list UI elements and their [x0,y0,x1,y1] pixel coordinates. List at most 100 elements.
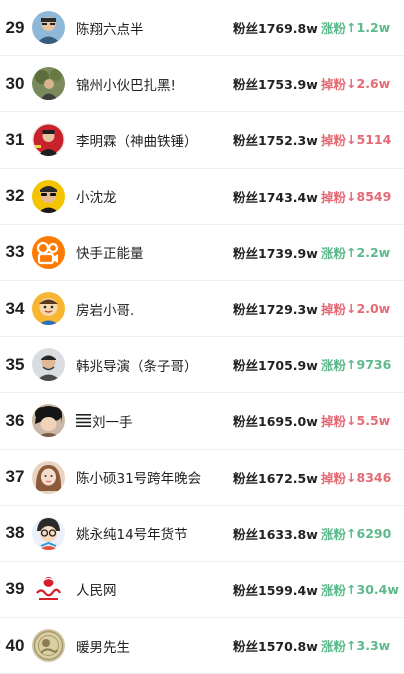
fan-change: 涨粉 ↑ 9736 [321,337,391,392]
avatar-dark-hair-icon[interactable] [32,404,65,438]
change-label: 涨粉 [321,21,347,37]
arrow-down-icon: ↓ [346,413,357,429]
change-label: 掉粉 [321,414,347,430]
change-label: 涨粉 [321,582,347,598]
fan-change: 涨粉 ↑ 30.4w [321,562,399,617]
fan-change: 涨粉 ↑ 3.3w [321,618,390,673]
list-item[interactable]: 33 快手正能量 粉丝1739.9w 涨粉 ↑ 2.2w [0,225,404,281]
user-name[interactable]: 锦州小伙巴扎黑! [76,56,176,111]
fan-change: 掉粉 ↓ 5114 [321,112,391,167]
rank-number: 37 [5,467,25,487]
change-value: 2.6w [356,76,391,92]
user-name[interactable]: 李明霖（神曲铁锤） [76,112,198,167]
arrow-down-icon: ↓ [346,301,357,317]
user-name[interactable]: 陈翔六点半 [76,0,144,55]
kuaishou-logo-icon[interactable] [32,235,65,269]
rank-number: 32 [5,186,25,206]
user-name[interactable]: 姚永纯14号年货节 [76,506,188,561]
list-item[interactable]: 38 姚永纯14号年货节 粉丝1633.8w 涨粉 ↑ 6290 [0,506,404,562]
change-value: 1.2w [356,20,391,36]
fan-count: 粉丝1753.9w [233,77,318,93]
avatar-cartoon-glasses-icon[interactable] [32,516,65,550]
list-item[interactable]: 35 韩兆导演（条子哥） 粉丝1705.9w 涨粉 ↑ 9736 [0,337,404,394]
user-name[interactable]: 陈小硕31号跨年晚会 [76,450,201,505]
fan-count: 粉丝1743.4w [233,189,318,205]
list-item[interactable]: 39 人民网 粉丝1599.4w 涨粉 ↑ 30.4w [0,562,404,619]
rank-number: 33 [5,242,25,262]
arrow-down-icon: ↓ [346,132,357,148]
fan-count: 粉丝1599.4w [233,582,318,598]
change-value: 8346 [356,469,392,485]
list-item[interactable]: 40 暖男先生 粉丝1570.8w 涨粉 ↑ 3.3w [0,618,404,674]
fan-change: 涨粉 ↑ 1.2w [321,0,390,55]
change-label: 掉粉 [321,189,347,205]
change-label: 涨粉 [321,526,347,542]
fan-change: 掉粉 ↓ 8549 [321,169,391,224]
people-daily-logo-icon[interactable] [32,572,65,606]
fan-count: 粉丝1769.8w [233,21,318,37]
list-item[interactable]: 31 李明霖（神曲铁锤） 粉丝1752.3w 掉粉 ↓ 5114 [0,112,404,169]
fan-change: 掉粉 ↓ 2.6w [321,56,390,111]
fan-count: 粉丝1570.8w [233,639,318,655]
arrow-down-icon: ↓ [346,188,357,204]
change-value: 2.2w [356,244,391,260]
user-name[interactable]: 韩兆导演（条子哥） [76,337,198,392]
change-value: 8549 [356,188,392,204]
arrow-up-icon: ↑ [346,525,357,541]
list-item[interactable]: 30 锦州小伙巴扎黑! 粉丝1753.9w 掉粉 ↓ 2.6w [0,56,404,113]
rank-number: 34 [5,298,25,318]
change-value: 30.4w [356,581,399,597]
list-item[interactable]: 32 小沈龙 粉丝1743.4w 掉粉 ↓ 8549 [0,169,404,225]
user-name[interactable]: 暖男先生 [76,618,130,673]
avatar-cartoon-yellow-icon[interactable] [32,292,65,326]
fan-count: 粉丝1633.8w [233,526,318,542]
rank-number: 39 [5,579,25,599]
user-name-text[interactable]: 刘一手 [92,411,133,431]
rank-number: 30 [5,73,25,93]
arrow-down-icon: ↓ [346,469,357,485]
fan-count: 粉丝1672.5w [233,470,318,486]
change-value: 5.5w [356,413,391,429]
fan-count: 粉丝1705.9w [233,358,318,374]
avatar-yellow-glasses-icon[interactable] [32,179,65,213]
user-name[interactable]: 刘一手 [76,393,133,448]
avatar-coin-icon[interactable] [32,629,65,663]
avatar-man-portrait-icon[interactable] [32,348,65,382]
change-value: 6290 [356,525,392,541]
avatar-red-badge-icon[interactable] [32,123,65,157]
change-label: 涨粉 [321,358,347,374]
fan-change: 掉粉 ↓ 8346 [321,450,391,505]
list-item[interactable]: 29 陈翔六点半 粉丝1769.8w 涨粉 ↑ 1.2w [0,0,404,57]
fan-change: 涨粉 ↑ 6290 [321,506,391,561]
change-value: 5114 [356,132,392,148]
avatar-man-glasses-icon[interactable] [32,11,65,45]
fan-change: 掉粉 ↓ 5.5w [321,393,390,448]
rank-number: 40 [5,635,25,655]
change-label: 掉粉 [321,133,347,149]
fan-count: 粉丝1752.3w [233,133,318,149]
change-label: 涨粉 [321,639,347,655]
lines-icon [76,414,91,428]
change-value: 2.0w [356,301,391,317]
arrow-up-icon: ↑ [346,244,357,260]
rank-number: 35 [5,354,25,374]
list-item[interactable]: 36 刘一手 粉丝1695.0w 掉粉 ↓ 5.5w [0,393,404,450]
user-name[interactable]: 房岩小哥. [76,281,134,336]
change-label: 掉粉 [321,302,347,318]
arrow-up-icon: ↑ [346,357,357,373]
arrow-up-icon: ↑ [346,20,357,36]
user-name[interactable]: 人民网 [76,562,117,617]
rank-number: 36 [5,410,25,430]
change-label: 涨粉 [321,245,347,261]
fan-count: 粉丝1695.0w [233,414,318,430]
list-item[interactable]: 34 房岩小哥. 粉丝1729.3w 掉粉 ↓ 2.0w [0,281,404,338]
fan-count: 粉丝1729.3w [233,302,318,318]
avatar-outdoor-icon[interactable] [32,67,65,101]
rank-number: 31 [5,129,25,149]
user-name[interactable]: 快手正能量 [76,225,144,280]
avatar-woman-icon[interactable] [32,460,65,494]
ranking-list: 29 陈翔六点半 粉丝1769.8w 涨粉 ↑ 1.2w 30 锦州小伙巴扎黑!… [0,0,404,674]
fan-change: 掉粉 ↓ 2.0w [321,281,390,336]
list-item[interactable]: 37 陈小硕31号跨年晚会 粉丝1672.5w 掉粉 ↓ 8346 [0,450,404,506]
user-name[interactable]: 小沈龙 [76,169,117,224]
